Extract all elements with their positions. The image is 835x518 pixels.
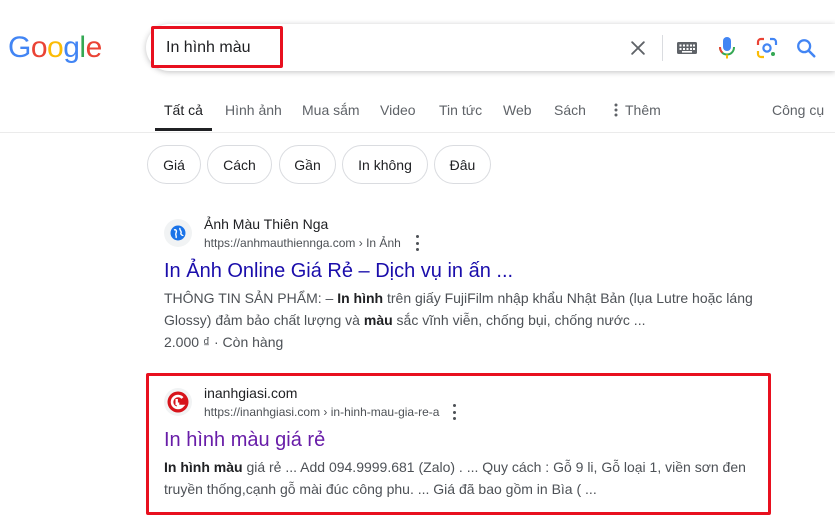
- tab-more[interactable]: Thêm: [613, 102, 661, 118]
- result-snippet: In hình màu giá rẻ ... Add 094.9999.681 …: [164, 456, 764, 500]
- chip-price[interactable]: Giá: [147, 145, 201, 184]
- more-options-icon[interactable]: [449, 404, 459, 420]
- search-divider: [662, 35, 663, 61]
- logo-letter: o: [30, 31, 48, 64]
- chip-in-khong[interactable]: In không: [342, 145, 428, 184]
- logo-letter: e: [85, 31, 103, 64]
- site-name[interactable]: Ảnh Màu Thiên Nga: [204, 216, 328, 232]
- tabs-divider: [0, 132, 835, 133]
- close-icon[interactable]: [626, 36, 650, 60]
- tab-more-label: Thêm: [625, 102, 661, 118]
- logo-letter: g: [63, 31, 80, 64]
- snippet-text: giá rẻ ... Add 094.9999.681 (Zalo) . ...…: [164, 459, 746, 497]
- active-tab-indicator: [155, 128, 212, 131]
- search-bar: [146, 24, 835, 71]
- snippet-bold: In hình: [337, 290, 384, 306]
- search-tabs: Tất cả Hình ảnh Mua sắm Video Tin tức We…: [0, 92, 835, 132]
- tab-videos[interactable]: Video: [380, 102, 416, 118]
- result-title-link[interactable]: In Ảnh Online Giá Rẻ – Dịch vụ in ấn ...: [164, 260, 513, 283]
- logo-letter: o: [47, 31, 64, 64]
- tab-shopping[interactable]: Mua sắm: [302, 102, 360, 118]
- site-url[interactable]: https://anhmauthiennga.com › In Ảnh: [204, 236, 401, 250]
- chip-near[interactable]: Gần: [279, 145, 336, 184]
- result-title-link[interactable]: In hình màu giá rẻ: [164, 429, 325, 452]
- search-input[interactable]: [166, 24, 566, 71]
- lens-icon[interactable]: [755, 36, 779, 60]
- inanhgiasi-logo-icon[interactable]: [164, 388, 192, 416]
- tab-all[interactable]: Tất cả: [164, 102, 203, 118]
- search-icon[interactable]: [794, 36, 818, 60]
- tools-button[interactable]: Công cụ: [772, 102, 824, 118]
- snippet-text: THÔNG TIN SẢN PHẨM: –: [164, 290, 338, 306]
- tab-news[interactable]: Tin tức: [439, 102, 482, 118]
- more-vert-icon: [614, 103, 618, 117]
- more-options-icon[interactable]: [412, 235, 422, 251]
- site-name[interactable]: inanhgiasi.com: [204, 385, 297, 401]
- snippet-bold: màu: [363, 312, 393, 328]
- tab-books[interactable]: Sách: [554, 102, 586, 118]
- logo-letter: G: [8, 31, 31, 64]
- site-url[interactable]: https://inanhgiasi.com › in-hinh-mau-gia…: [204, 405, 439, 419]
- globe-icon[interactable]: [164, 219, 192, 247]
- result-snippet: THÔNG TIN SẢN PHẨM: – In hình trên giấy …: [164, 287, 764, 331]
- chip-where[interactable]: Đâu: [434, 145, 491, 184]
- chip-how[interactable]: Cách: [207, 145, 272, 184]
- google-logo[interactable]: Google: [8, 30, 102, 66]
- snippet-text: sắc vĩnh viễn, chống bụi, chống nước ...: [392, 312, 646, 328]
- keyboard-icon[interactable]: [675, 36, 699, 60]
- snippet-bold: In hình màu: [164, 459, 243, 475]
- price-stock: 2.000 ₫ · Còn hàng: [164, 334, 284, 350]
- tab-web[interactable]: Web: [503, 102, 532, 118]
- tab-images[interactable]: Hình ảnh: [225, 102, 282, 118]
- microphone-icon[interactable]: [715, 36, 739, 60]
